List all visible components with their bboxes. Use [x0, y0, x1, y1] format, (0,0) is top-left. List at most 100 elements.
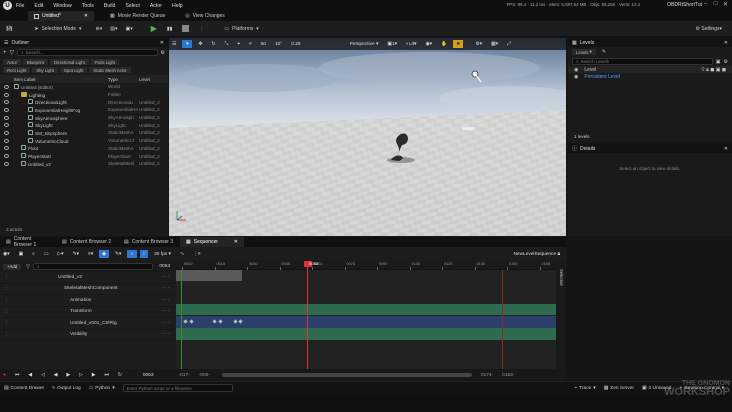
- col-type[interactable]: Type: [108, 77, 118, 82]
- frame-counter[interactable]: 0053: [140, 371, 157, 379]
- eye-icon[interactable]: [4, 107, 9, 112]
- eye-icon[interactable]: [4, 130, 9, 135]
- eye-icon[interactable]: [4, 161, 9, 166]
- eye-icon[interactable]: [4, 84, 9, 89]
- key-nav-icon[interactable]: ◦ ◦ ◦: [162, 286, 170, 291]
- maximize-icon[interactable]: □: [711, 1, 720, 9]
- snap-icon[interactable]: ∩: [127, 250, 137, 258]
- playback-speed-icon[interactable]: ↕: [139, 250, 149, 258]
- eye-icon[interactable]: [4, 115, 9, 120]
- filter-chip[interactable]: Sky Light: [32, 67, 59, 73]
- selection-mode-dropdown[interactable]: ➤ Selection Mode ▾: [30, 23, 85, 34]
- tab-level[interactable]: Untitled* ✕: [28, 11, 94, 21]
- key-nav-icon[interactable]: ◦ ◦ ◦: [162, 332, 170, 337]
- range-start[interactable]: -017-: [175, 371, 192, 379]
- sequencer-track[interactable]: ⋮ Animation ◦ ◦ ◦: [0, 295, 176, 307]
- outliner-row[interactable]: Untitled (Editor) World: [0, 83, 168, 91]
- playhead[interactable]: [307, 261, 308, 370]
- level-row-persistent[interactable]: ◉ Persistent Level: [568, 73, 732, 80]
- prev-key-icon[interactable]: ◀: [25, 371, 35, 379]
- outliner-row[interactable]: DirectionalLight DirectionalLi Untitled_2: [0, 98, 168, 106]
- loop-icon[interactable]: ↻: [115, 371, 125, 379]
- minimize-icon[interactable]: –: [701, 1, 710, 9]
- range-end-2[interactable]: 0153-: [499, 371, 517, 379]
- key-nav-icon[interactable]: ◦ ◦ ◦: [162, 275, 170, 280]
- curve-editor-icon[interactable]: ∿: [177, 250, 187, 258]
- levels-search-input[interactable]: ⌕ Search Levels: [572, 58, 713, 65]
- scale-tool-icon[interactable]: ⤡: [221, 40, 231, 48]
- lock-icon[interactable]: ⋮: [4, 286, 9, 291]
- menu-edit[interactable]: Edit: [34, 3, 43, 9]
- settings-button[interactable]: ⚙ Settings▾: [692, 23, 726, 34]
- filter-chip[interactable]: Spot Light: [60, 67, 88, 73]
- scale-snap-value[interactable]: 0.25: [288, 40, 303, 48]
- content-drawer-button[interactable]: ▤ Content Drawer: [4, 386, 44, 391]
- move-tool-icon[interactable]: ✥: [195, 40, 205, 48]
- tab-movie-render-queue[interactable]: ▦ Movie Render Queue: [104, 11, 171, 21]
- lock-icon[interactable]: ⋮: [4, 275, 9, 280]
- col-level[interactable]: Level: [139, 77, 150, 82]
- outliner-row[interactable]: Lighting Folder: [0, 91, 168, 99]
- blueprints-button[interactable]: ▤▾: [106, 23, 121, 34]
- close-icon[interactable]: ✕: [724, 146, 728, 152]
- record-icon[interactable]: ●: [0, 371, 9, 379]
- step-forward-icon[interactable]: ▷: [76, 371, 86, 379]
- levels-dropdown[interactable]: Levels ▾: [572, 49, 596, 55]
- outliner-row[interactable]: SM_SkySphere StaticMeshA Untitled_2: [0, 129, 168, 137]
- menu-select[interactable]: Select: [125, 3, 139, 9]
- layout-icon[interactable]: ▦▾: [488, 40, 501, 48]
- camera-speed[interactable]: ▣ 1 ▾: [384, 40, 400, 48]
- col-item-label[interactable]: Item Label: [14, 77, 35, 82]
- sequencer-timeline[interactable]: 0000 0015 0030 0045 0060 0075 0090 0105 0120 0135…: [176, 261, 566, 380]
- timeline-ruler[interactable]: 0000 0015 0030 0045 0060 0075 0090 0105 0120 0135…: [176, 261, 556, 270]
- range-start-2[interactable]: -000-: [196, 371, 213, 379]
- menu-tools[interactable]: Tools: [82, 3, 94, 9]
- visibility-track-lane[interactable]: [176, 328, 556, 340]
- filter-chip[interactable]: Point Light: [90, 59, 120, 65]
- outliner-row[interactable]: PlayerStart PlayerStart Untitled_2: [0, 152, 168, 160]
- pilot-icon[interactable]: ✋: [438, 40, 450, 48]
- tab-close-icon[interactable]: ✕: [234, 239, 238, 245]
- sequencer-track[interactable]: ⋮ Untitled_v001_CtrlRig ◦ ◦ ◦: [0, 318, 176, 330]
- jump-start-icon[interactable]: ⏮: [12, 371, 22, 379]
- select-tool-icon[interactable]: ➤: [182, 40, 193, 48]
- cinematics-button[interactable]: ▣▾: [121, 23, 136, 34]
- outliner-row[interactable]: SkyAtmosphere SkyAtmosph Untitled_2: [0, 114, 168, 122]
- outliner-row[interactable]: SkyLight SkyLight Untitled_2: [0, 121, 168, 129]
- sequencer-track[interactable]: ⋮ SkeletalMeshComponent ◦ ◦ ◦: [0, 284, 176, 295]
- settings-icon[interactable]: ⚙: [724, 59, 728, 65]
- close-icon[interactable]: ✕: [160, 40, 164, 46]
- eye-icon[interactable]: [4, 123, 9, 128]
- add-filter-icon[interactable]: +: [3, 50, 7, 56]
- play-icon[interactable]: ▶: [63, 371, 73, 379]
- world-icon[interactable]: ◉▾: [0, 250, 13, 258]
- key-icon[interactable]: ◆: [99, 250, 109, 258]
- eye-icon[interactable]: ◉: [574, 74, 578, 80]
- outliner-row[interactable]: ExponentialHeightFog ExponentialHe Untitle…: [0, 106, 168, 114]
- filter-chip[interactable]: Directional Light: [50, 59, 89, 65]
- col-level[interactable]: Level: [584, 67, 596, 73]
- fps-dropdown[interactable]: 30 fps ▾: [151, 250, 174, 258]
- filter-chip[interactable]: Actor: [3, 59, 22, 65]
- viewport-settings-icon[interactable]: ⚙▾: [472, 40, 485, 48]
- eye-icon[interactable]: [4, 146, 9, 151]
- rotation-snap-value[interactable]: 10°: [272, 40, 285, 48]
- edit-icon[interactable]: ✎: [602, 49, 606, 55]
- menu-actor[interactable]: Actor: [150, 3, 162, 9]
- tab-sequencer[interactable]: ▦ Sequencer ✕: [180, 237, 244, 247]
- tab-content-browser-3[interactable]: ▤ Content Browser 3: [118, 237, 180, 247]
- eye-icon[interactable]: [4, 154, 9, 159]
- perspective-dropdown[interactable]: Perspective ▾: [347, 40, 382, 48]
- grid-icon[interactable]: #: [246, 40, 255, 48]
- track-search-input[interactable]: ⌕: [33, 263, 154, 270]
- outliner-row[interactable]: Untitled_v2 SkeletalMesl Untitled_2: [0, 160, 168, 168]
- menu-file[interactable]: File: [16, 3, 24, 9]
- selection-side-tab[interactable]: Selection: [556, 261, 566, 380]
- filter-chip[interactable]: Static Mesh Actor: [89, 67, 131, 73]
- auto-key-icon[interactable]: ✎▾: [112, 250, 124, 258]
- key-nav-icon[interactable]: ◦ ◦ ◦: [162, 309, 170, 314]
- close-icon[interactable]: ✕: [724, 40, 728, 46]
- key-nav-icon[interactable]: ◦ ◦ ◦: [162, 298, 170, 303]
- save-icon[interactable]: ▣: [16, 250, 27, 258]
- filter-icon[interactable]: ▽: [10, 49, 15, 56]
